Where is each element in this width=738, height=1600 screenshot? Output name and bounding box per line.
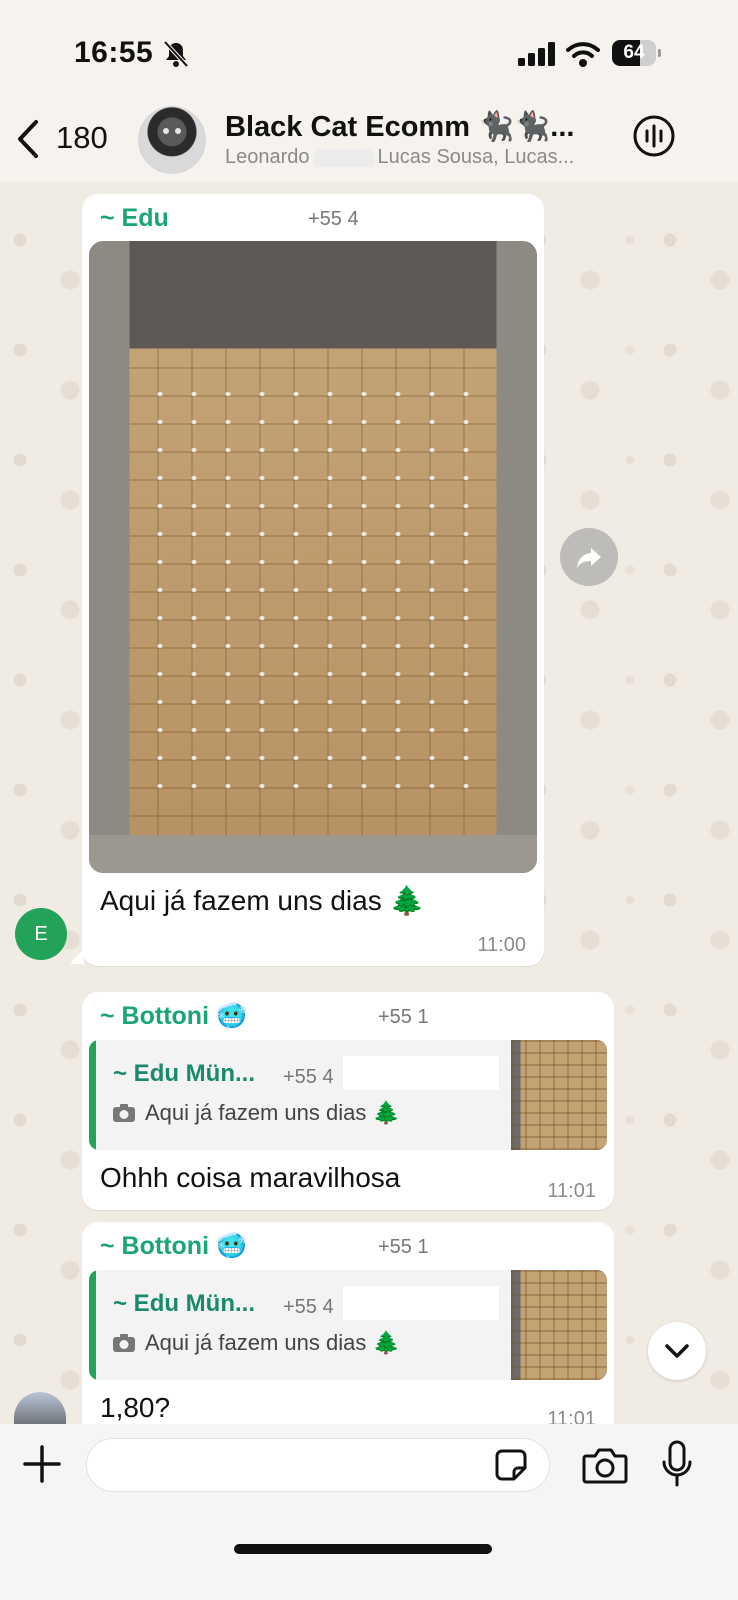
chat-title[interactable]: Black Cat Ecomm 🐈‍⬛🐈‍⬛... xyxy=(225,110,574,144)
message-time: 11:01 xyxy=(547,1180,596,1202)
message-bubble[interactable]: ~ Bottoni 🥶 +55 1 ~ Edu Mün... +55 4 Aqu… xyxy=(82,992,614,1210)
quoted-phone: +55 4 xyxy=(283,1296,334,1318)
back-chevron-icon[interactable] xyxy=(14,118,42,160)
sender-phone: +55 1 xyxy=(378,1236,429,1258)
wifi-icon xyxy=(566,42,600,67)
sender-name[interactable]: ~ Bottoni 🥶 xyxy=(100,1232,247,1261)
quoted-photo-thumbnail xyxy=(511,1040,607,1150)
message-text: 1,80? xyxy=(100,1392,171,1423)
sender-phone: +55 1 xyxy=(378,1006,429,1028)
sticker-icon[interactable] xyxy=(494,1448,528,1482)
group-members[interactable]: Leonardo Lucas Sousa, Lucas... xyxy=(225,146,574,169)
quoted-message[interactable]: ~ Edu Mün... +55 4 Aqui já fazem uns dia… xyxy=(89,1270,607,1380)
camera-icon[interactable] xyxy=(582,1446,628,1484)
signal-icon xyxy=(518,42,555,66)
group-avatar[interactable] xyxy=(138,106,206,174)
quoted-sender: ~ Edu Mün... xyxy=(113,1060,255,1087)
scroll-to-bottom-button[interactable] xyxy=(648,1322,706,1380)
quoted-message[interactable]: ~ Edu Mün... +55 4 Aqui já fazem uns dia… xyxy=(89,1040,607,1150)
message-photo[interactable] xyxy=(89,241,537,873)
quoted-sender: ~ Edu Mün... xyxy=(113,1290,255,1317)
camera-icon xyxy=(113,1334,135,1352)
sender-name[interactable]: ~ Bottoni 🥶 xyxy=(100,1002,247,1031)
microphone-icon[interactable] xyxy=(660,1440,694,1488)
message-text: Aqui já fazem uns dias 🌲 xyxy=(100,885,425,916)
home-indicator xyxy=(234,1544,492,1554)
unread-chats-count[interactable]: 180 xyxy=(56,120,108,156)
group-call-icon[interactable] xyxy=(632,114,676,158)
message-input[interactable] xyxy=(86,1438,550,1492)
quoted-photo-thumbnail xyxy=(511,1270,607,1380)
chevron-down-icon xyxy=(665,1344,689,1358)
status-time: 16:55 xyxy=(74,36,154,69)
quoted-text: Aqui já fazem uns dias 🌲 xyxy=(145,1330,400,1355)
battery-icon: 64 xyxy=(612,40,661,66)
sender-avatar[interactable]: E xyxy=(15,908,67,960)
chat-header: 16:55 64 180 Black Cat Ecomm 🐈‍⬛🐈‍⬛... L… xyxy=(0,0,738,182)
bell-slash-icon xyxy=(163,40,189,68)
quoted-phone: +55 4 xyxy=(283,1066,334,1088)
sender-phone: +55 4 xyxy=(308,208,359,230)
forward-icon xyxy=(577,548,601,568)
camera-icon xyxy=(113,1104,135,1122)
forward-button[interactable] xyxy=(560,528,618,586)
message-time: 11:00 xyxy=(477,934,526,956)
quoted-text: Aqui já fazem uns dias 🌲 xyxy=(145,1100,400,1125)
sender-name[interactable]: ~ Edu xyxy=(100,204,169,233)
message-text: Ohhh coisa maravilhosa xyxy=(100,1162,401,1193)
battery-level: 64 xyxy=(623,42,645,63)
plus-icon[interactable] xyxy=(22,1444,62,1484)
message-bubble[interactable]: ~ Bottoni 🥶 +55 1 ~ Edu Mün... +55 4 Aqu… xyxy=(82,1222,614,1436)
message-bubble[interactable]: ~ Edu +55 4 Aqui já fazem uns dias 🌲 11:… xyxy=(82,194,544,966)
member-names-rest: Lucas Sousa, Lucas... xyxy=(377,146,575,168)
member-name: Leonardo xyxy=(225,146,310,168)
